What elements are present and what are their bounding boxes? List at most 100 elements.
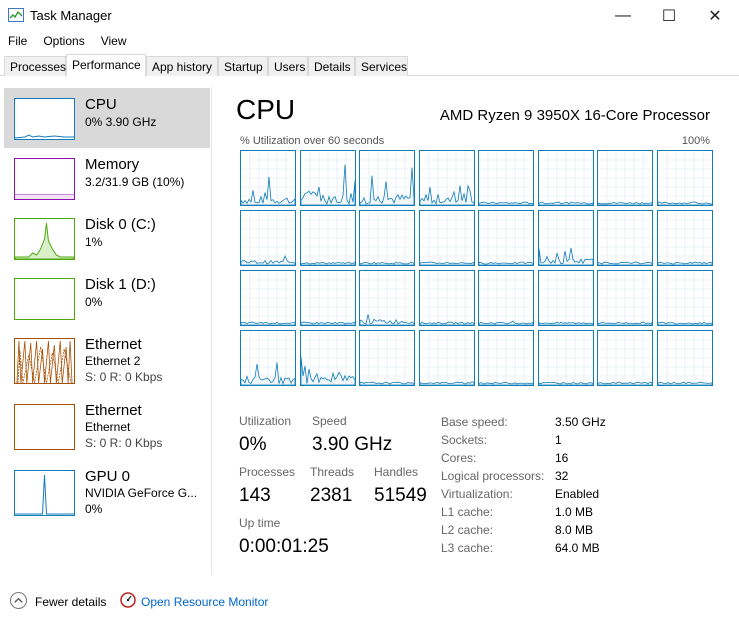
title-bar: Task Manager — ☐ ✕ [0, 0, 739, 31]
sidebar-disk0-detail: 1% [85, 235, 103, 249]
logical-processor-graph [418, 210, 475, 266]
spec-label-cores: Cores: [441, 451, 477, 465]
minimize-button[interactable]: — [600, 0, 646, 31]
sidebar-ethernet-throughput: S: 0 R: 0 Kbps [85, 436, 163, 450]
processes-label: Processes [239, 465, 296, 479]
sidebar-disk0-name: Disk 0 (C:) [85, 216, 156, 233]
footer-bar: Fewer details Open Resource Monitor [0, 586, 739, 618]
sidebar-item-disk-0[interactable]: Disk 0 (C:) 1% [4, 208, 210, 268]
uptime-value: 0:00:01:25 [239, 536, 329, 557]
maximize-button[interactable]: ☐ [646, 0, 692, 31]
window-title: Task Manager [30, 8, 112, 23]
spec-value-l3-cache: 64.0 MB [555, 541, 600, 555]
logical-processor-graph [656, 270, 713, 326]
spec-value-base-speed: 3.50 GHz [555, 415, 606, 429]
processor-model: AMD Ryzen 9 3950X 16-Core Processor [439, 107, 710, 124]
logical-processor-graph [359, 330, 415, 386]
disk1-thumbnail-graph [14, 278, 75, 320]
graph-max-label: 100% [681, 135, 710, 147]
sidebar-item-ethernet[interactable]: Ethernet Ethernet S: 0 R: 0 Kbps [4, 394, 210, 458]
logical-processor-graph [418, 270, 475, 326]
logical-processor-graph [418, 330, 475, 386]
tab-users[interactable]: Users [268, 56, 308, 76]
sidebar-ethernet-adapter: Ethernet [85, 420, 131, 434]
tab-startup[interactable]: Startup [218, 56, 268, 76]
threads-value: 2381 [310, 485, 353, 506]
spec-label-sockets: Sockets: [441, 433, 488, 447]
logical-processor-graph [656, 210, 713, 266]
logical-processor-graph [359, 270, 415, 326]
spec-value-logical-processors: 32 [555, 469, 569, 483]
sidebar-cpu-detail: 0% 3.90 GHz [85, 115, 157, 129]
utilization-value: 0% [239, 434, 267, 455]
sidebar-memory-name: Memory [85, 156, 140, 173]
logical-processor-graph [537, 150, 594, 206]
sidebar-disk1-detail: 0% [85, 295, 103, 309]
open-resource-monitor-link[interactable]: Open Resource Monitor [141, 595, 268, 609]
spec-label-base-speed: Base speed: [441, 415, 508, 429]
spec-value-cores: 16 [555, 451, 569, 465]
sidebar-disk1-name: Disk 1 (D:) [85, 276, 156, 293]
sidebar-gpu-detail: 0% [85, 502, 103, 516]
sidebar-item-gpu-0[interactable]: GPU 0 NVIDIA GeForce G... 0% [4, 460, 210, 524]
ethernet2-thumbnail-graph [14, 338, 75, 384]
handles-label: Handles [374, 465, 419, 479]
resource-sidebar: CPU 0% 3.90 GHz Memory 3.2/31.9 GB (10%)… [0, 87, 212, 575]
sidebar-item-ethernet-2[interactable]: Ethernet Ethernet 2 S: 0 R: 0 Kbps [4, 328, 210, 392]
logical-processor-graph [240, 270, 296, 326]
logical-processor-graph [478, 330, 534, 386]
logical-processor-graph [478, 210, 534, 266]
logical-processor-graph [299, 270, 356, 326]
logical-processor-graph [597, 210, 653, 266]
spec-value-virtualization: Enabled [555, 487, 600, 501]
logical-processor-graph [597, 330, 653, 386]
logical-processor-graphs [240, 150, 713, 390]
uptime-label: Up time [239, 516, 281, 530]
sidebar-ethernet2-name: Ethernet [85, 336, 142, 353]
sidebar-ethernet2-adapter: Ethernet 2 [85, 354, 141, 368]
spec-value-l1-cache: 1.0 MB [555, 505, 594, 519]
close-button[interactable]: ✕ [692, 0, 738, 31]
menu-options[interactable]: Options [35, 34, 92, 48]
sidebar-ethernet2-throughput: S: 0 R: 0 Kbps [85, 370, 163, 384]
logical-processor-graph [299, 210, 356, 266]
sidebar-cpu-name: CPU [85, 96, 117, 113]
threads-label: Threads [310, 465, 355, 479]
handles-value: 51549 [374, 485, 427, 506]
logical-processor-graph [299, 150, 356, 206]
logical-processor-graph [656, 330, 713, 386]
tab-app-history[interactable]: App history [146, 56, 218, 76]
tab-details[interactable]: Details [308, 56, 355, 76]
sidebar-item-memory[interactable]: Memory 3.2/31.9 GB (10%) [4, 148, 210, 208]
menu-view[interactable]: View [93, 34, 135, 48]
chevron-up-icon[interactable] [10, 592, 27, 609]
logical-processor-graph [240, 210, 296, 266]
speed-label: Speed [312, 414, 347, 428]
sidebar-item-disk-1[interactable]: Disk 1 (D:) 0% [4, 268, 210, 328]
gpu-thumbnail-graph [14, 470, 75, 516]
logical-processor-graph [656, 150, 713, 206]
resource-monitor-icon[interactable] [120, 592, 136, 608]
cpu-thumbnail-graph [14, 98, 75, 140]
sidebar-item-cpu[interactable]: CPU 0% 3.90 GHz [4, 88, 210, 148]
logical-processor-graph [240, 330, 296, 386]
sidebar-gpu-name: GPU 0 [85, 468, 131, 485]
logical-processor-graph [359, 150, 415, 206]
fewer-details-button[interactable]: Fewer details [35, 595, 106, 609]
spec-label-l3-cache: L3 cache: [441, 541, 494, 555]
sidebar-memory-detail: 3.2/31.9 GB (10%) [85, 175, 185, 189]
spec-value-l2-cache: 8.0 MB [555, 523, 594, 537]
processes-value: 143 [239, 485, 271, 506]
menu-file[interactable]: File [0, 34, 35, 48]
page-title: CPU [236, 94, 296, 125]
tab-performance[interactable]: Performance [66, 54, 146, 77]
tab-processes[interactable]: Processes [4, 56, 66, 76]
logical-processor-graph [359, 210, 415, 266]
tab-strip: Processes Performance App history Startu… [0, 54, 739, 77]
tab-services[interactable]: Services [355, 56, 408, 76]
sidebar-ethernet-name: Ethernet [85, 402, 142, 419]
speed-value: 3.90 GHz [312, 434, 393, 455]
spec-label-l2-cache: L2 cache: [441, 523, 494, 537]
logical-processor-graph [537, 210, 594, 266]
logical-processor-graph [537, 270, 594, 326]
